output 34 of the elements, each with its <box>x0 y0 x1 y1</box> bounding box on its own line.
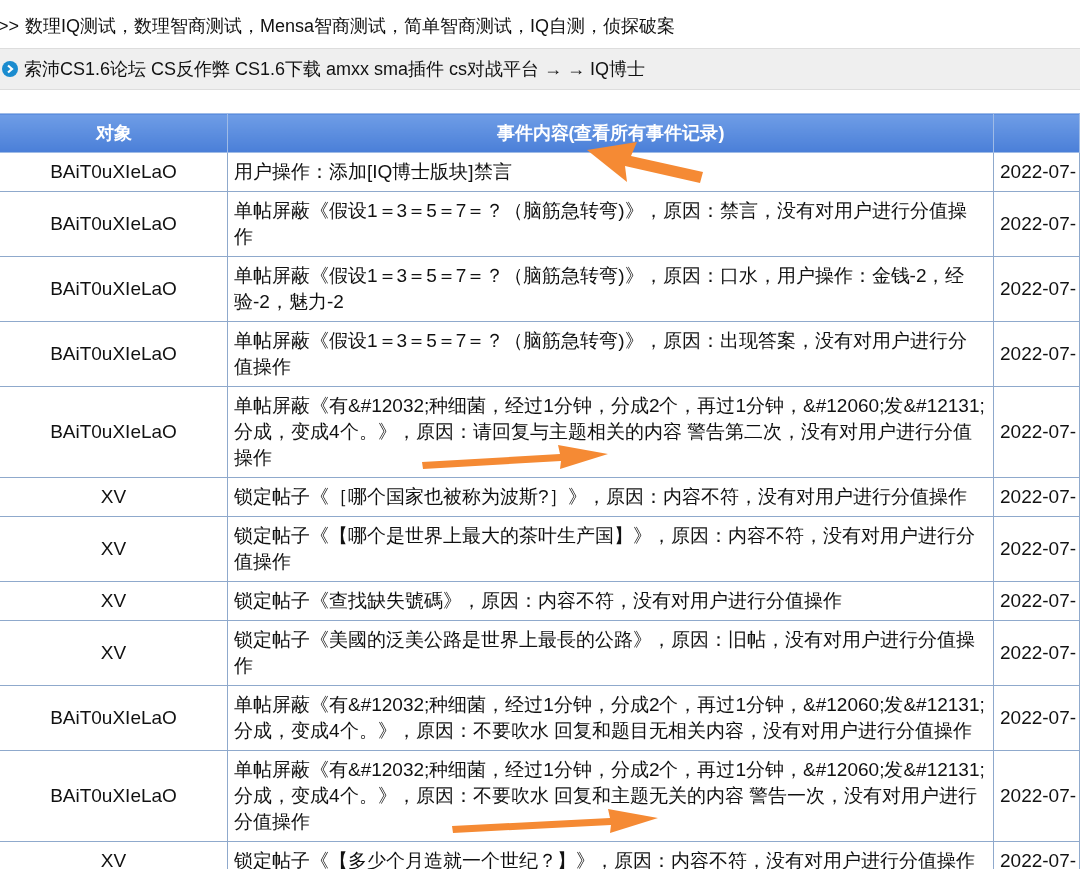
table-cell: 2022-07- <box>993 685 1080 751</box>
table-cell: 锁定帖子《【哪个是世界上最大的茶叶生产国】》，原因：内容不符，没有对用户进行分值操作 <box>227 516 994 582</box>
table-cell: 单帖屏蔽《假设1＝3＝5＝7＝？（脑筋急转弯)》，原因：禁言，没有对用户进行分值操作 <box>227 191 994 257</box>
table-cell: XV <box>0 620 228 686</box>
table-cell: 单帖屏蔽《有&#12032;种细菌，经过1分钟，分成2个，再过1分钟，&#12060;发&#12131;分成，变成4个。》，原因：不要吹水 回复和题目无相关内容，没有对用户进行分值操作 <box>227 685 994 751</box>
table-cell: XV <box>0 581 228 621</box>
table-cell: BAiT0uXIeLaO <box>0 152 228 192</box>
table-cell: 2022-07- <box>993 321 1080 387</box>
table-cell: BAiT0uXIeLaO <box>0 256 228 322</box>
table-cell: 2022-07- <box>993 620 1080 686</box>
table-cell: BAiT0uXIeLaO <box>0 685 228 751</box>
breadcrumb-links[interactable]: 索沛CS1.6论坛 CS反作弊 CS1.6下载 amxx sma插件 cs对战平台 → → IQ博士 <box>24 57 646 81</box>
table-cell: 单帖屏蔽《假设1＝3＝5＝7＝？（脑筋急转弯)》，原因：出现答案，没有对用户进行分值操作 <box>227 321 994 387</box>
column-header: 对象 <box>0 113 228 153</box>
table-cell: XV <box>0 516 228 582</box>
table-cell: BAiT0uXIeLaO <box>0 386 228 478</box>
column-header: 事件内容(查看所有事件记录) <box>227 113 994 153</box>
table-cell: 锁定帖子《美國的泛美公路是世界上最長的公路》，原因：旧帖，没有对用户进行分值操作 <box>227 620 994 686</box>
table-cell: BAiT0uXIeLaO <box>0 191 228 257</box>
table-cell: BAiT0uXIeLaO <box>0 321 228 387</box>
table-cell: BAiT0uXIeLaO <box>0 750 228 842</box>
table-cell: 2022-07- <box>993 386 1080 478</box>
table-cell: 单帖屏蔽《假设1＝3＝5＝7＝？（脑筋急转弯)》，原因：口水，用户操作：金钱-2，经验-2，魅力-2 <box>227 256 994 322</box>
table-cell: 2022-07- <box>993 581 1080 621</box>
table-cell: 2022-07- <box>993 477 1080 517</box>
table-cell: 2022-07- <box>993 516 1080 582</box>
table-cell: 锁定帖子《查找缺失號碼》，原因：内容不符，没有对用户进行分值操作 <box>227 581 994 621</box>
table-cell: 2022-07- <box>993 152 1080 192</box>
table-cell: 2022-07- <box>993 750 1080 842</box>
table-cell: XV <box>0 477 228 517</box>
table-cell: 锁定帖子《［哪个国家也被称为波斯?］》，原因：内容不符，没有对用户进行分值操作 <box>227 477 994 517</box>
table-cell: 2022-07- <box>993 256 1080 322</box>
table-cell: 2022-07- <box>993 191 1080 257</box>
nav-links[interactable]: 数理IQ测试，数理智商测试，Mensa智商测试，简单智商测试，IQ自测，侦探破案 <box>25 14 676 38</box>
